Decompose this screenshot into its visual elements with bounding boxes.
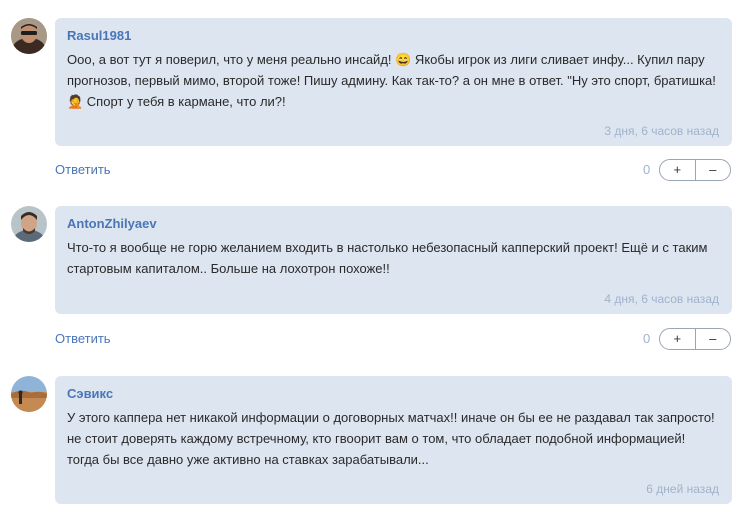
comment-timestamp: 4 дня, 6 часов назад bbox=[604, 292, 719, 306]
upvote-button[interactable]: + bbox=[660, 329, 696, 349]
comment-text: Что-то я вообще не горю желанием входить… bbox=[67, 240, 708, 276]
avatar[interactable] bbox=[11, 376, 47, 412]
avatar[interactable] bbox=[11, 206, 47, 242]
comment-bubble: AntonZhilyaev Что-то я вообще не горю же… bbox=[55, 206, 732, 314]
comment-bubble: Сэвикс У этого каппера нет никакой инфор… bbox=[55, 376, 732, 504]
comment-author[interactable]: Rasul1981 bbox=[67, 28, 720, 44]
vote-score: 0 bbox=[643, 162, 651, 177]
vote-controls: + – bbox=[659, 159, 731, 181]
upvote-button[interactable]: + bbox=[660, 160, 696, 180]
avatar[interactable] bbox=[11, 18, 47, 54]
vote-controls: + – bbox=[659, 328, 731, 350]
comment-timestamp: 3 дня, 6 часов назад bbox=[604, 124, 719, 138]
comment-author[interactable]: AntonZhilyaev bbox=[67, 216, 720, 232]
vote-score: 0 bbox=[643, 331, 651, 346]
reply-link[interactable]: Ответить bbox=[55, 331, 111, 347]
comment-bubble: Rasul1981 Ооо, а вот тут я поверил, что … bbox=[55, 18, 732, 146]
reply-link[interactable]: Ответить bbox=[55, 162, 111, 178]
comment-author[interactable]: Сэвикс bbox=[67, 386, 720, 402]
comment-text: У этого каппера нет никакой информации о… bbox=[67, 410, 715, 467]
comment-timestamp: 6 дней назад bbox=[646, 482, 719, 496]
downvote-button[interactable]: – bbox=[696, 160, 731, 180]
downvote-button[interactable]: – bbox=[696, 329, 731, 349]
comment-text: Ооо, а вот тут я поверил, что у меня реа… bbox=[67, 52, 716, 109]
